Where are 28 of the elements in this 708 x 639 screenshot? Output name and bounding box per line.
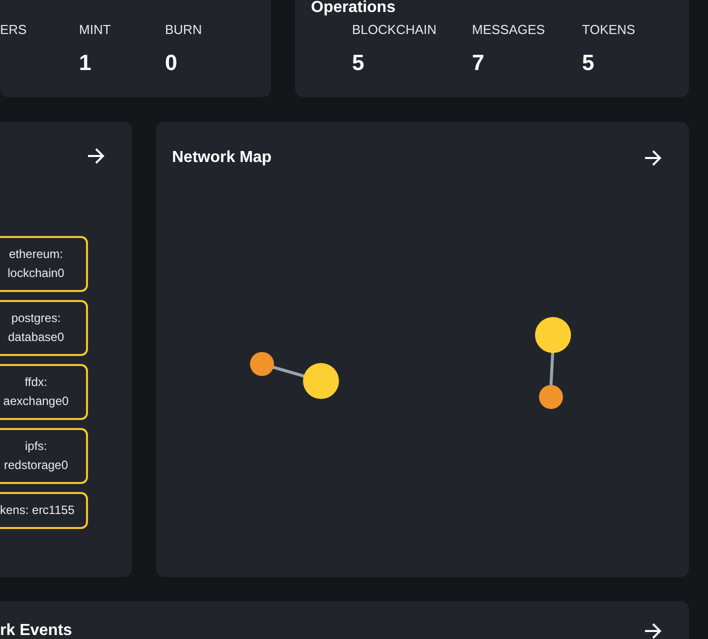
stat-value: 5 bbox=[352, 51, 366, 75]
arrow-right-icon bbox=[87, 148, 105, 164]
stat-value: 7 bbox=[472, 51, 486, 75]
stat-value: 0 bbox=[165, 51, 178, 75]
open-arrow-button[interactable] bbox=[644, 150, 662, 166]
stat-label: TOKENS bbox=[582, 22, 636, 37]
stat-label: ERS bbox=[0, 22, 28, 37]
stat-label: MESSAGES bbox=[472, 22, 546, 37]
arrow-right-icon bbox=[644, 150, 662, 166]
graph-node bbox=[539, 385, 563, 409]
stat-label: BLOCKCHAIN bbox=[352, 22, 438, 37]
stat-value: 5 bbox=[582, 51, 596, 75]
stat-label: MINT bbox=[79, 22, 112, 37]
plugin-node: postgres: database0 bbox=[0, 300, 88, 356]
graph-node bbox=[535, 317, 571, 353]
plugin-node: ffdx: aexchange0 bbox=[0, 364, 88, 420]
plugin-node: ethereum: lockchain0 bbox=[0, 236, 88, 292]
arrow-right-icon bbox=[644, 623, 662, 639]
plugin-node: ipfs: redstorage0 bbox=[0, 428, 88, 484]
stat-value: 1 bbox=[79, 51, 92, 75]
card-title: rk Events bbox=[0, 623, 72, 639]
stat-label: BURN bbox=[165, 22, 202, 37]
graph-node bbox=[303, 363, 339, 399]
open-arrow-button[interactable] bbox=[644, 623, 662, 639]
card-title: Network Map bbox=[172, 149, 272, 167]
plugin-node: kens: erc1155 bbox=[0, 492, 88, 529]
card-title: Operations bbox=[311, 0, 396, 16]
graph-node bbox=[250, 352, 274, 376]
